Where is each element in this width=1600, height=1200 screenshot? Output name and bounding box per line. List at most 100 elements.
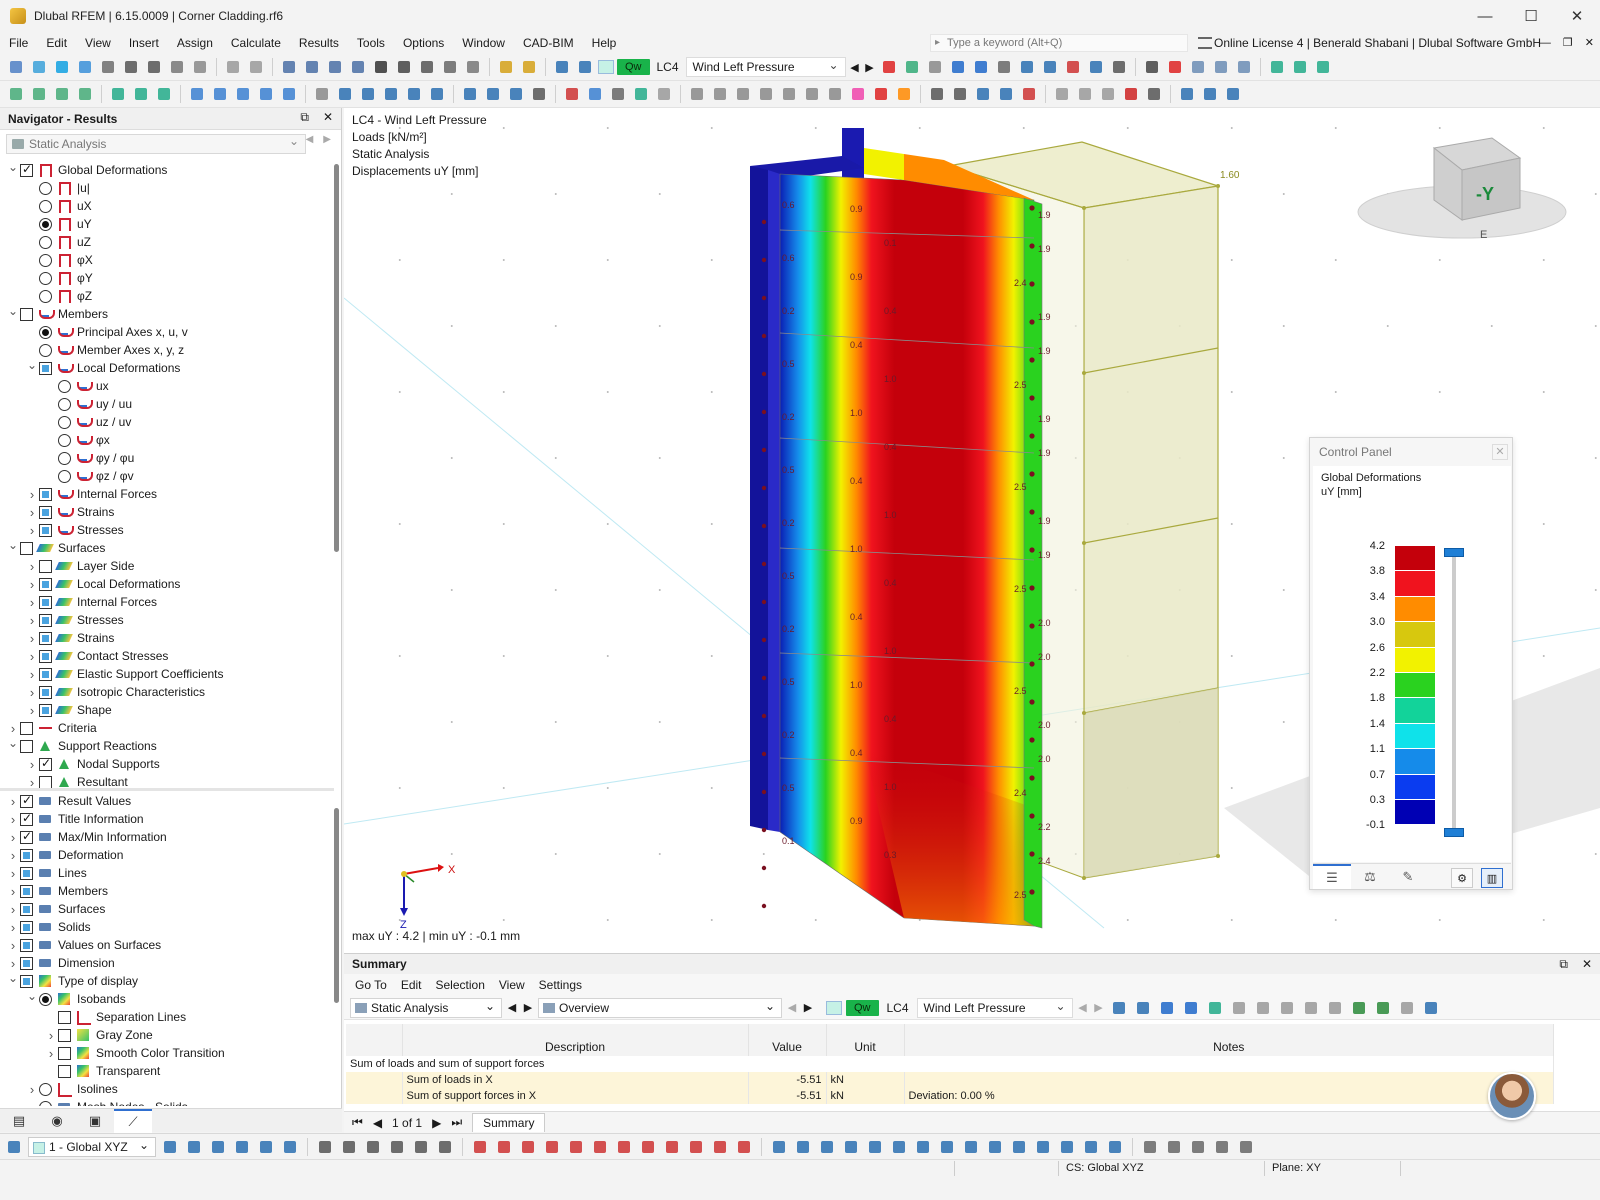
summary-sheet-tab[interactable]: Summary [472, 1113, 546, 1132]
scale-icon[interactable] [756, 84, 776, 104]
table-view-icon[interactable] [1140, 1137, 1160, 1157]
tree-item[interactable]: › Stresses [0, 521, 334, 539]
line-icon[interactable] [29, 84, 49, 104]
view-4-icon[interactable] [387, 1137, 407, 1157]
expand-chevron-icon[interactable]: › [25, 523, 39, 538]
tree-checkbox[interactable] [20, 162, 33, 177]
export-excel-icon[interactable] [1349, 998, 1369, 1018]
snap-extend-toggle-icon[interactable] [1033, 1137, 1053, 1157]
summary-values-icon[interactable] [1181, 998, 1201, 1018]
deformation-icon[interactable] [1040, 57, 1060, 77]
expand-chevron-icon[interactable]: › [25, 631, 39, 646]
view-2-icon[interactable] [339, 1137, 359, 1157]
tree-checkbox[interactable] [39, 505, 52, 519]
layer-2-icon[interactable] [1200, 84, 1220, 104]
navigator-splitter[interactable] [0, 788, 334, 791]
rotate-icon[interactable] [710, 84, 730, 104]
tree-item[interactable]: Transparent [0, 1062, 334, 1080]
summary-settings-icon[interactable] [1397, 998, 1417, 1018]
draw-3-icon[interactable] [518, 1137, 538, 1157]
tree-checkbox[interactable] [39, 775, 52, 789]
draw-7-icon[interactable] [614, 1137, 634, 1157]
snap-object-toggle-icon[interactable] [793, 1137, 813, 1157]
color-icon[interactable] [848, 84, 868, 104]
doc-restore-button[interactable]: ❐ [1563, 32, 1573, 54]
tree-item[interactable]: › Resultant [0, 773, 334, 790]
tree-item[interactable]: › Result Values [0, 792, 334, 810]
marker-icon[interactable] [871, 84, 891, 104]
collapse-chevron-icon[interactable]: ⌄ [25, 989, 39, 1003]
tree-item[interactable]: › Layer Side [0, 557, 334, 575]
snap-ortho-toggle-icon[interactable] [913, 1137, 933, 1157]
tree-checkbox[interactable] [39, 559, 52, 573]
expand-chevron-icon[interactable]: › [6, 866, 20, 881]
summary-results-icon[interactable] [1157, 998, 1177, 1018]
tree-item[interactable]: › Contact Stresses [0, 647, 334, 665]
menu-window[interactable]: Window [453, 32, 514, 54]
tree-item[interactable]: φY [0, 269, 334, 287]
summary-lc-prev[interactable]: ◀ [1077, 1001, 1089, 1014]
summary-menu-selection[interactable]: Selection [429, 978, 492, 992]
summary-analysis-prev[interactable]: ◀ [506, 1001, 518, 1014]
print-icon[interactable] [144, 57, 164, 77]
analysis-type-select[interactable]: Static Analysis [6, 134, 306, 154]
tree-item[interactable]: ⌄ Surfaces [0, 538, 334, 557]
tree-item[interactable]: › Isolines [0, 1080, 334, 1098]
menu-assign[interactable]: Assign [168, 32, 222, 54]
polyline-icon[interactable] [52, 84, 72, 104]
view-3-icon[interactable] [363, 1137, 383, 1157]
tree-checkbox[interactable] [39, 703, 52, 717]
delete-results-icon[interactable] [1165, 57, 1185, 77]
factor-tab-icon[interactable]: ✎ [1389, 864, 1427, 889]
measure-icon[interactable] [1052, 84, 1072, 104]
symmetry-icon[interactable] [1098, 84, 1118, 104]
snap-tangent-toggle-icon[interactable] [961, 1137, 981, 1157]
doc-minimize-button[interactable]: — [1540, 32, 1551, 54]
legend-min-handle[interactable] [1444, 828, 1464, 837]
tree-radio[interactable] [58, 415, 71, 429]
display-tree-scrollbar[interactable] [334, 808, 339, 1003]
results-on-icon[interactable] [902, 57, 922, 77]
menu-edit[interactable]: Edit [37, 32, 76, 54]
solid-icon[interactable] [233, 84, 253, 104]
link-icon[interactable] [1075, 84, 1095, 104]
script-icon[interactable] [394, 57, 414, 77]
tree-checkbox[interactable] [58, 1046, 71, 1060]
tree-item[interactable]: φZ [0, 287, 334, 305]
tree-item[interactable]: uZ [0, 233, 334, 251]
snap-quadrant-toggle-icon[interactable] [1081, 1137, 1101, 1157]
tree-checkbox[interactable] [58, 1064, 71, 1078]
menu-results[interactable]: Results [290, 32, 348, 54]
expand-chevron-icon[interactable]: › [44, 1046, 58, 1061]
panel-icon[interactable] [348, 57, 368, 77]
menu-options[interactable]: Options [394, 32, 453, 54]
tree-item[interactable]: uz / uv [0, 413, 334, 431]
tree-checkbox[interactable] [20, 866, 33, 880]
menu-calculate[interactable]: Calculate [222, 32, 290, 54]
summary-support-icon[interactable] [1205, 998, 1225, 1018]
tab-results-icon[interactable]: ⟋ [114, 1109, 152, 1133]
guideline-icon[interactable] [404, 84, 424, 104]
tree-radio[interactable] [58, 451, 71, 465]
line-result-icon[interactable] [654, 84, 674, 104]
tab-data-icon[interactable]: ▤ [0, 1109, 38, 1133]
summary-lc-next[interactable]: ▶ [1093, 1001, 1105, 1014]
expand-chevron-icon[interactable]: › [25, 667, 39, 682]
draw-1-icon[interactable] [470, 1137, 490, 1157]
snap-node-icon[interactable] [950, 84, 970, 104]
tree-item[interactable]: φz / φv [0, 467, 334, 485]
draw-8-icon[interactable] [638, 1137, 658, 1157]
doc-close-button[interactable]: ✕ [1585, 32, 1594, 54]
snap-parallel-toggle-icon[interactable] [1057, 1137, 1077, 1157]
tree-item[interactable]: ⌄ Local Deformations [0, 358, 334, 377]
console-icon[interactable] [371, 57, 391, 77]
tree-checkbox[interactable] [39, 595, 52, 609]
expand-chevron-icon[interactable]: › [6, 794, 20, 809]
support-icon[interactable] [108, 84, 128, 104]
tree-radio[interactable] [39, 235, 52, 249]
tree-radio[interactable] [39, 1082, 52, 1096]
snap-grid-toggle-icon[interactable] [769, 1137, 789, 1157]
section-cut-icon[interactable] [312, 84, 332, 104]
tree-item[interactable]: › Internal Forces [0, 593, 334, 611]
previous-load-case-button[interactable]: ◀ [849, 61, 861, 74]
